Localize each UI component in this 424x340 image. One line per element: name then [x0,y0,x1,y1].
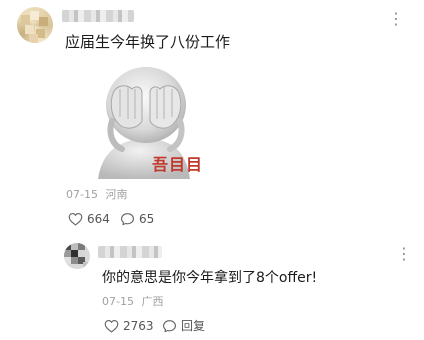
reply-text: 你的意思是你今年拿到了8个offer! [102,270,318,286]
reply-location: 广西 [141,295,164,308]
reply-count: 65 [139,212,155,226]
reply-label: 回复 [181,319,206,333]
heart-icon [104,319,119,333]
reply-meta: 07-15 广西 [102,295,163,309]
more-dots-icon[interactable]: ⋮ [388,11,404,27]
username-blurred[interactable] [98,246,162,258]
comment-meta: 07-15 河南 [66,188,127,202]
sticker-caption: 吾目目 [152,155,204,174]
reply-button[interactable]: 回复 [162,319,205,333]
more-dots-icon[interactable]: ⋮ [396,246,412,262]
like-button[interactable]: 2763 [104,319,154,333]
comment-icon [163,320,176,333]
avatar[interactable] [64,243,90,269]
comment-text: 应届生今年换了八份工作 [65,33,231,51]
username-blurred[interactable] [62,10,134,22]
comment-location: 河南 [105,188,128,201]
sticker-image[interactable]: 吾目目 [68,59,220,179]
like-button[interactable]: 664 [68,212,110,226]
comment-icon [121,213,134,226]
reply-date: 07-15 [102,295,134,308]
reply-count-button[interactable]: 65 [120,212,154,226]
comment-date: 07-15 [66,188,98,201]
avatar[interactable] [17,7,53,43]
heart-icon [68,212,83,226]
like-count: 664 [87,212,110,226]
like-count: 2763 [123,319,154,333]
